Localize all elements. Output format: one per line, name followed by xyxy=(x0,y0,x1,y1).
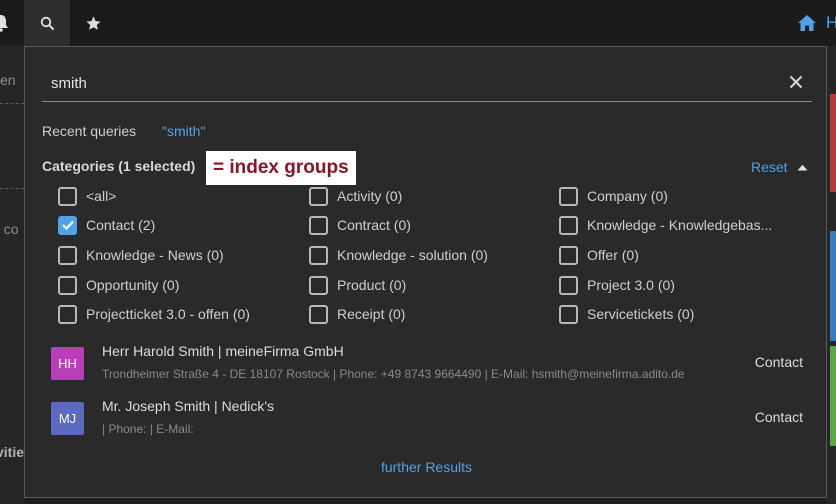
checkbox-unchecked[interactable] xyxy=(58,304,77,324)
further-results-link[interactable]: further Results xyxy=(25,459,828,475)
search-field xyxy=(42,67,812,102)
category-label: Contact (2) xyxy=(86,217,156,233)
checkbox-unchecked[interactable] xyxy=(559,245,578,265)
category-label: Product (0) xyxy=(337,277,407,293)
home-label[interactable]: H xyxy=(826,13,836,33)
favorites-button[interactable] xyxy=(70,0,116,46)
background-tile xyxy=(830,231,836,341)
category-checkbox[interactable]: Company (0) xyxy=(559,184,668,208)
checkbox-checked[interactable] xyxy=(58,215,77,235)
category-checkbox[interactable]: Knowledge - Knowledgebas... xyxy=(559,213,772,237)
checkbox-unchecked[interactable] xyxy=(559,275,578,295)
divider xyxy=(0,103,24,104)
chevron-up-icon xyxy=(797,164,808,170)
result-title: Mr. Joseph Smith | Nedick's xyxy=(102,398,275,414)
recent-queries-label: Recent queries xyxy=(42,123,137,139)
category-checkbox[interactable]: Receipt (0) xyxy=(309,302,405,326)
checkbox-unchecked[interactable] xyxy=(309,215,328,235)
search-icon xyxy=(40,16,54,30)
checkbox-unchecked[interactable] xyxy=(58,245,77,265)
background-text: f co xyxy=(0,221,19,237)
avatar: MJ xyxy=(51,402,84,435)
checkbox-unchecked[interactable] xyxy=(309,186,328,206)
category-checkbox[interactable]: Projectticket 3.0 - offen (0) xyxy=(58,302,250,326)
background-text: en xyxy=(0,72,16,88)
category-checkbox[interactable]: Contract (0) xyxy=(309,213,411,237)
checkbox-unchecked[interactable] xyxy=(309,275,328,295)
category-checkbox[interactable]: <all> xyxy=(58,184,116,208)
bell-icon xyxy=(0,15,8,32)
checkbox-unchecked[interactable] xyxy=(559,304,578,324)
category-label: Company (0) xyxy=(587,188,668,204)
notifications-button[interactable] xyxy=(0,0,24,46)
category-label: Receipt (0) xyxy=(337,306,406,322)
top-bar: H xyxy=(0,0,836,46)
category-checkbox[interactable]: Knowledge - solution (0) xyxy=(309,243,488,267)
category-checkbox[interactable]: Knowledge - News (0) xyxy=(58,243,224,267)
recent-query-link[interactable]: "smith" xyxy=(162,123,205,139)
category-checkbox[interactable]: Activity (0) xyxy=(309,184,402,208)
category-checkbox[interactable]: Servicetickets (0) xyxy=(559,302,694,326)
category-label: Knowledge - News (0) xyxy=(86,247,224,263)
home-button[interactable] xyxy=(784,0,830,46)
search-button[interactable] xyxy=(24,0,70,46)
divider xyxy=(0,188,24,189)
category-label: Servicetickets (0) xyxy=(587,306,695,322)
checkbox-unchecked[interactable] xyxy=(559,186,578,206)
annotation-label: = index groups xyxy=(206,151,356,185)
category-label: Knowledge - solution (0) xyxy=(337,247,488,263)
category-checkbox[interactable]: Product (0) xyxy=(309,273,406,297)
category-label: Project 3.0 (0) xyxy=(587,277,675,293)
category-label: Activity (0) xyxy=(337,188,403,204)
check-icon xyxy=(61,220,74,230)
result-type: Contact xyxy=(754,354,803,370)
checkbox-unchecked[interactable] xyxy=(58,275,77,295)
background-left-panel: en f co vitie xyxy=(0,46,24,504)
category-checkbox[interactable]: Offer (0) xyxy=(559,243,639,267)
star-icon xyxy=(85,15,101,30)
search-result-row[interactable]: MJ Mr. Joseph Smith | Nedick's | Phone: … xyxy=(42,398,812,448)
category-label: Knowledge - Knowledgebas... xyxy=(587,217,773,233)
clear-search-button[interactable] xyxy=(786,72,806,92)
home-icon xyxy=(798,15,816,31)
result-subtitle: Trondheimer Straße 4 - DE 18107 Rostock … xyxy=(102,367,685,381)
close-icon xyxy=(789,75,803,89)
search-input[interactable] xyxy=(42,67,782,99)
search-result-row[interactable]: HH Herr Harold Smith | meineFirma GmbH T… xyxy=(42,343,812,393)
category-label: <all> xyxy=(86,188,117,204)
background-text: vitie xyxy=(0,444,25,460)
reset-button[interactable]: Reset xyxy=(751,159,808,175)
checkbox-unchecked[interactable] xyxy=(559,215,578,235)
category-label: Opportunity (0) xyxy=(86,277,180,293)
result-type: Contact xyxy=(754,409,803,425)
categories-title: Categories (1 selected) xyxy=(42,158,196,174)
checkbox-unchecked[interactable] xyxy=(309,245,328,265)
category-checkbox[interactable]: Contact (2) xyxy=(58,213,155,237)
search-panel: Recent queries "smith" Categories (1 sel… xyxy=(24,46,827,498)
result-subtitle: | Phone: | E-Mail: xyxy=(102,422,194,436)
checkbox-unchecked[interactable] xyxy=(58,186,77,206)
avatar: HH xyxy=(51,347,84,380)
background-tile xyxy=(830,346,836,446)
reset-label: Reset xyxy=(751,159,788,175)
category-label: Projectticket 3.0 - offen (0) xyxy=(86,306,250,322)
checkbox-unchecked[interactable] xyxy=(309,304,328,324)
category-label: Offer (0) xyxy=(587,247,639,263)
category-label: Contract (0) xyxy=(337,217,411,233)
background-right-panel xyxy=(826,46,836,504)
category-checkbox[interactable]: Project 3.0 (0) xyxy=(559,273,675,297)
result-title: Herr Harold Smith | meineFirma GmbH xyxy=(102,343,344,359)
background-tile xyxy=(830,94,836,192)
category-checkbox[interactable]: Opportunity (0) xyxy=(58,273,179,297)
